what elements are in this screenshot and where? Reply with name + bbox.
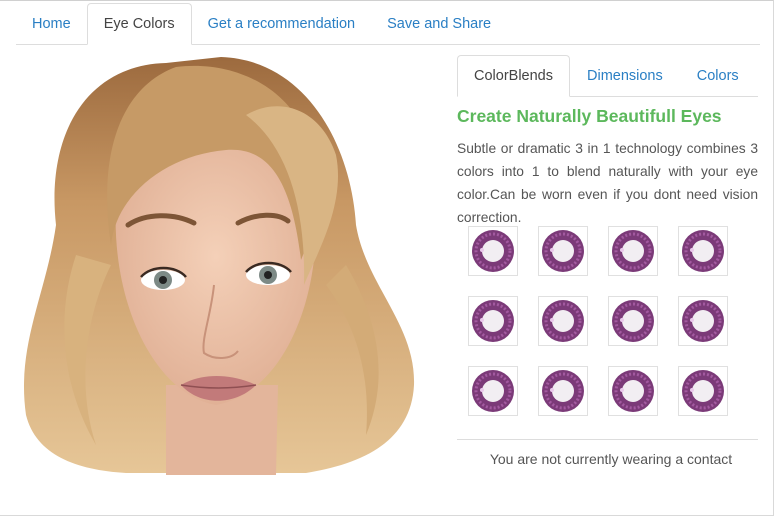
main-tab-bar: Home Eye Colors Get a recommendation Sav… [16,3,760,45]
lens-swatch-button[interactable] [468,226,518,276]
contact-lens-icon [542,230,584,272]
tab-colorblends[interactable]: ColorBlends [457,55,570,97]
lens-swatch-button[interactable] [678,366,728,416]
contact-lens-icon [472,300,514,342]
tab-colors[interactable]: Colors [680,56,756,96]
contact-lens-icon [612,230,654,272]
lens-swatch-button[interactable] [538,226,588,276]
tab-get-a-recommendation[interactable]: Get a recommendation [192,4,372,44]
tab-eye-colors[interactable]: Eye Colors [86,3,192,45]
lens-swatch-button[interactable] [608,366,658,416]
tab-save-and-share[interactable]: Save and Share [371,4,507,44]
lens-swatch-grid [468,226,728,416]
section-heading: Create Naturally Beautifull Eyes [457,106,722,126]
model-portrait [16,55,416,475]
contact-lens-icon [542,300,584,342]
contact-lens-icon [612,370,654,412]
tab-dimensions[interactable]: Dimensions [570,56,680,96]
contact-lens-icon [472,370,514,412]
section-description: Subtle or dramatic 3 in 1 technology com… [457,141,758,225]
contact-lens-icon [542,370,584,412]
lens-swatch-button[interactable] [538,366,588,416]
lens-swatch-button[interactable] [608,296,658,346]
lens-swatch-button[interactable] [678,226,728,276]
lens-swatch-button[interactable] [608,226,658,276]
contact-status-text: You are not currently wearing a contact [489,451,733,467]
contact-lens-icon [682,300,724,342]
contact-lens-icon [472,230,514,272]
contact-lens-icon [682,370,724,412]
model-portrait-image [16,55,416,475]
tab-home[interactable]: Home [16,4,87,44]
lens-swatch-button[interactable] [468,296,518,346]
divider [457,439,758,440]
lens-swatch-button[interactable] [468,366,518,416]
lens-swatch-button[interactable] [538,296,588,346]
lens-swatch-button[interactable] [678,296,728,346]
contact-lens-icon [682,230,724,272]
sub-tab-bar: ColorBlends Dimensions Colors [457,55,758,97]
contact-lens-icon [612,300,654,342]
